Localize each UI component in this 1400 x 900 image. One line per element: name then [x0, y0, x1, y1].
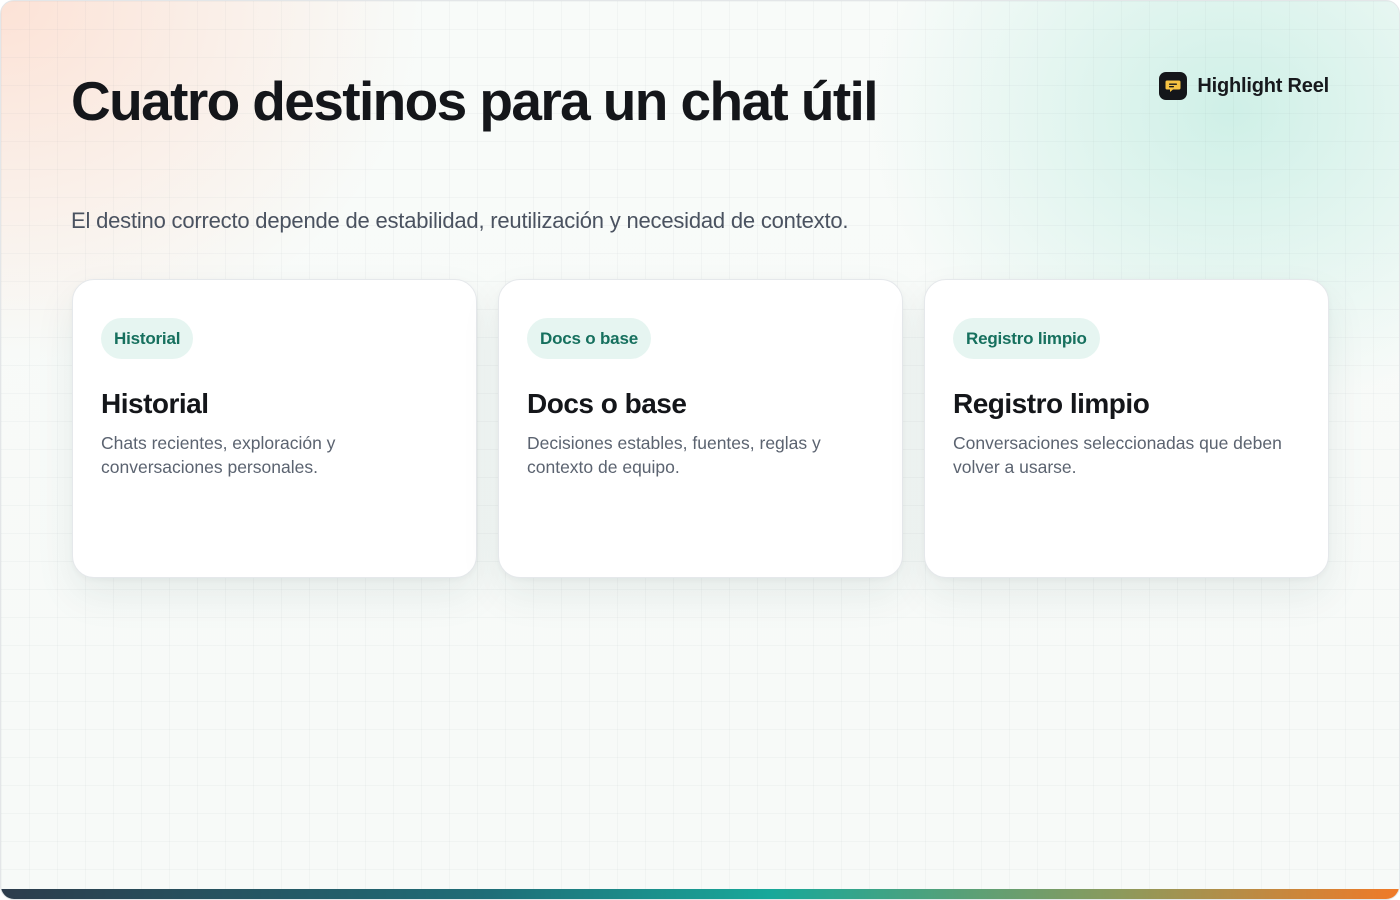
brand-name: Highlight Reel [1197, 74, 1329, 97]
card-title: Historial [101, 388, 209, 419]
card-description: Decisiones estables, fuentes, reglas y c… [527, 433, 821, 477]
destination-cards: Historial Historial Chats recientes, exp… [72, 279, 1329, 578]
chat-bubble-icon [1159, 72, 1188, 100]
card-badge: Registro limpio [953, 318, 1100, 359]
page-title: Cuatro destinos para un chat útil [71, 70, 879, 132]
card-historial: Historial Historial Chats recientes, exp… [72, 279, 477, 578]
card-registro-limpio: Registro limpio Registro limpio Conversa… [924, 279, 1329, 578]
card-description: Chats recientes, exploración y conversac… [101, 433, 336, 477]
card-title: Docs o base [527, 388, 687, 419]
page-subtitle: El destino correcto depende de estabilid… [71, 208, 849, 233]
card-badge: Docs o base [527, 318, 651, 359]
accent-bar [1, 889, 1399, 899]
card-badge: Historial [101, 318, 194, 359]
card-title: Registro limpio [953, 388, 1150, 419]
card-docs-o-base: Docs o base Docs o base Decisiones estab… [498, 279, 903, 578]
slide-frame: Highlight Reel Cuatro destinos para un c… [0, 0, 1400, 900]
brand: Highlight Reel [1159, 72, 1329, 100]
card-description: Conversaciones seleccionadas que deben v… [953, 433, 1282, 477]
